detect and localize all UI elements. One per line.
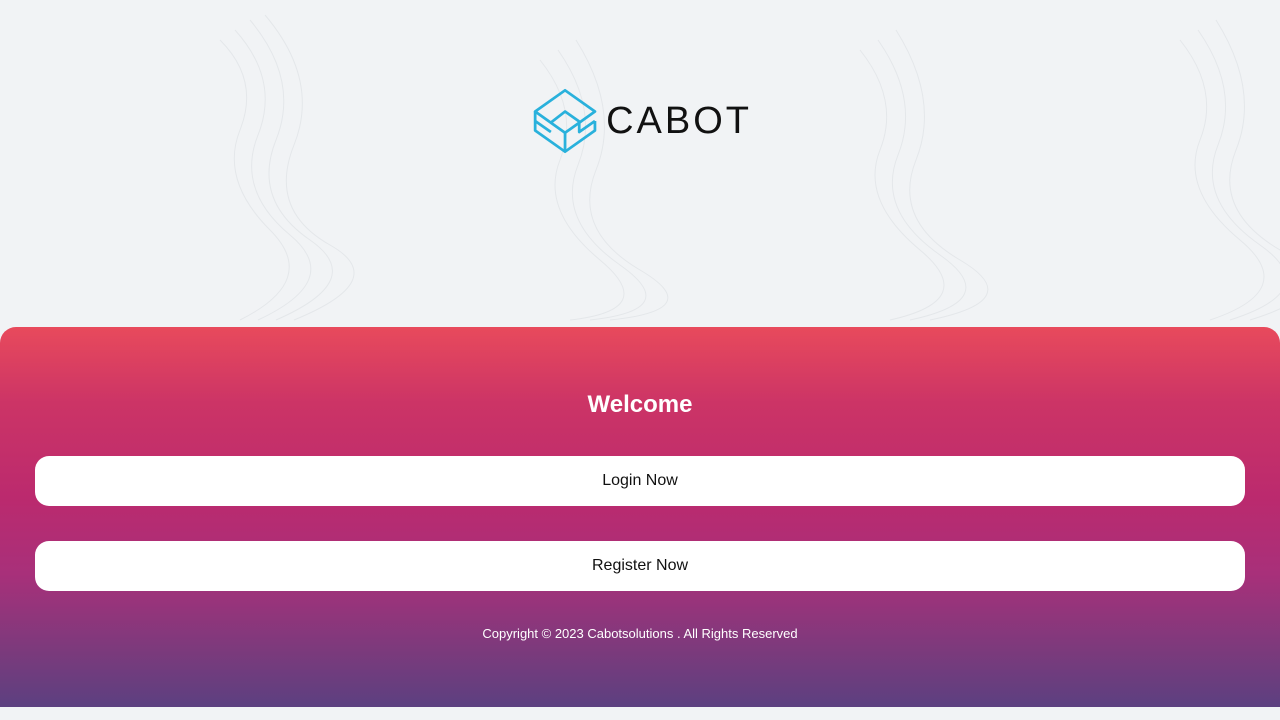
brand-name: CABOT [606, 100, 752, 142]
login-now-label: Login Now [602, 472, 678, 489]
copyright-text: Copyright © 2023 Cabotsolutions . All Ri… [482, 626, 798, 641]
register-now-label: Register Now [591, 557, 689, 574]
cube-logo-icon [533, 88, 597, 154]
brand-logo: CABOT [532, 79, 752, 163]
login-now-button[interactable]: Login Now [35, 456, 1245, 506]
welcome-panel: Welcome Login Now Register Now Copyright… [0, 327, 1280, 707]
register-now-button[interactable]: Register Now [35, 541, 1245, 591]
welcome-title: Welcome [587, 391, 693, 418]
